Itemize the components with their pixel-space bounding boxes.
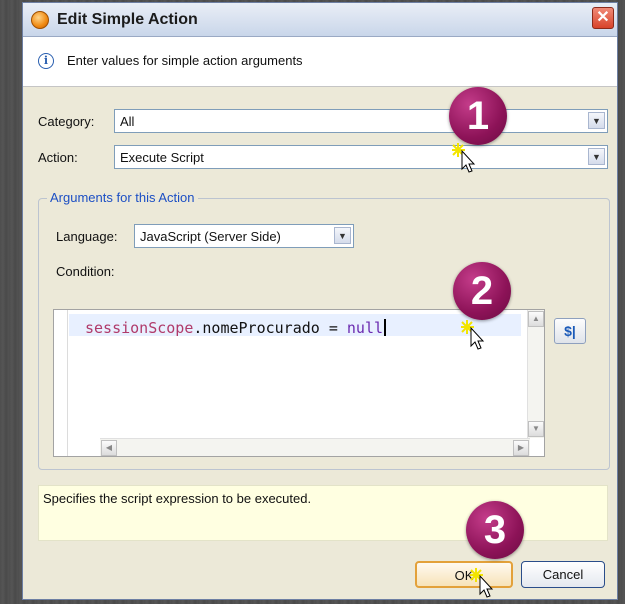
info-bar: i Enter values for simple action argumen… xyxy=(23,37,617,87)
cancel-button[interactable]: Cancel xyxy=(521,561,605,588)
dialog-title: Edit Simple Action xyxy=(57,11,198,28)
step-badge-1: 1 xyxy=(449,87,507,145)
horizontal-scrollbar[interactable]: ◀ ▶ xyxy=(100,438,530,456)
scroll-up-icon[interactable]: ▲ xyxy=(528,311,544,327)
category-label: Category: xyxy=(38,114,95,129)
description-text: Specifies the script expression to be ex… xyxy=(43,491,312,506)
ok-button[interactable]: OK xyxy=(415,561,513,588)
condition-label: Condition: xyxy=(56,264,115,279)
vertical-scrollbar[interactable]: ▲ ▼ xyxy=(527,310,544,438)
step-badge-3: 3 xyxy=(466,501,524,559)
info-text: Enter values for simple action arguments xyxy=(67,53,303,68)
action-value: Execute Script xyxy=(120,150,204,165)
open-script-editor-button[interactable]: $| xyxy=(554,318,586,344)
chevron-down-icon[interactable]: ▼ xyxy=(334,227,351,244)
scroll-left-icon[interactable]: ◀ xyxy=(101,440,117,456)
arguments-group-title: Arguments for this Action xyxy=(47,190,198,205)
edit-simple-action-dialog: Edit Simple Action ✕ i Enter values for … xyxy=(22,2,618,600)
close-button[interactable]: ✕ xyxy=(592,7,614,29)
click-cursor-icon xyxy=(470,568,494,598)
code-keyword: null xyxy=(346,319,384,337)
category-value: All xyxy=(120,114,135,129)
step-badge-2: 2 xyxy=(453,262,511,320)
scroll-down-icon[interactable]: ▼ xyxy=(528,421,544,437)
language-label: Language: xyxy=(56,229,118,244)
chevron-down-icon[interactable]: ▼ xyxy=(588,112,605,129)
app-icon xyxy=(31,11,49,29)
text-caret xyxy=(384,319,387,336)
chevron-down-icon[interactable]: ▼ xyxy=(588,148,605,165)
code-property: .nomeProcurado = xyxy=(193,319,347,337)
action-label: Action: xyxy=(38,150,78,165)
code-variable: sessionScope xyxy=(85,319,194,337)
title-bar: Edit Simple Action ✕ xyxy=(23,3,617,37)
language-value: JavaScript (Server Side) xyxy=(140,229,281,244)
scroll-right-icon[interactable]: ▶ xyxy=(513,440,529,456)
click-cursor-icon xyxy=(452,143,476,173)
info-icon: i xyxy=(38,53,54,69)
category-select[interactable]: All ▼ xyxy=(114,109,608,133)
action-select[interactable]: Execute Script ▼ xyxy=(114,145,608,169)
editor-gutter xyxy=(54,310,68,456)
language-select[interactable]: JavaScript (Server Side) ▼ xyxy=(134,224,354,248)
script-code-line[interactable]: sessionScope.nomeProcurado = null xyxy=(85,319,387,337)
click-cursor-icon xyxy=(461,320,485,350)
